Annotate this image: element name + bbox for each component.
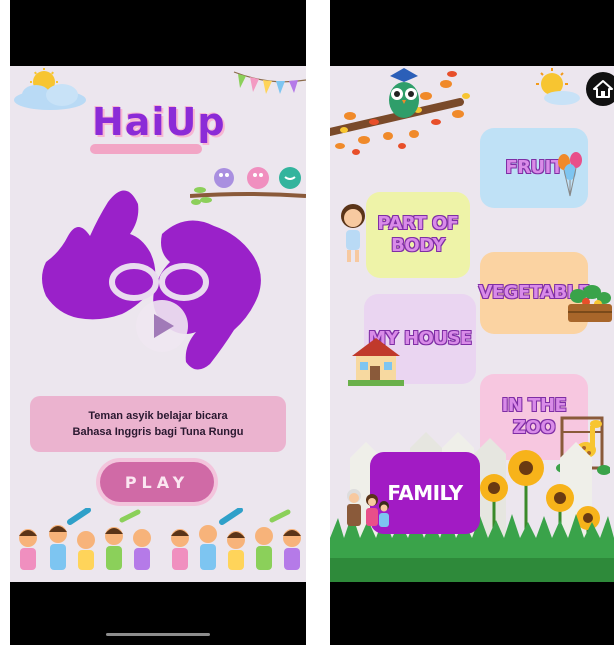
app-logo: HaiUp bbox=[92, 100, 226, 144]
tagline-line2: Bahasa Inggris bagi Tuna Rungu bbox=[72, 426, 244, 438]
tagline-box: Teman asyik belajar bicara Bahasa Inggri… bbox=[30, 396, 286, 452]
balloons-icon bbox=[558, 152, 582, 197]
sign-language-hands-icon bbox=[42, 190, 261, 370]
house-icon bbox=[348, 338, 404, 386]
home-icon bbox=[593, 80, 613, 98]
family-icon bbox=[347, 489, 389, 527]
sun-icon bbox=[536, 68, 580, 105]
category-body-button[interactable]: PART OF BODY bbox=[366, 192, 470, 278]
girl-icon bbox=[341, 204, 365, 262]
category-body-label-line1: PART OF bbox=[377, 213, 459, 234]
category-phone: FRUIT PART OF BODY VEGETABLE MY HOUSE IN… bbox=[330, 0, 614, 645]
vegetable-basket-icon bbox=[568, 285, 612, 322]
splash-screen: HaiUp Teman asyik belajar bicara Bahasa … bbox=[10, 66, 306, 582]
status-bar bbox=[330, 0, 614, 66]
navigation-bar bbox=[330, 582, 614, 645]
home-button[interactable] bbox=[586, 72, 614, 106]
sun-cloud-icon bbox=[14, 68, 86, 110]
tagline-line1: Teman asyik belajar bicara bbox=[88, 410, 228, 422]
home-indicator[interactable] bbox=[106, 633, 210, 636]
category-body-label-line2: BODY bbox=[391, 235, 445, 256]
splash-phone: HaiUp Teman asyik belajar bicara Bahasa … bbox=[10, 0, 306, 645]
children-illustration bbox=[10, 508, 306, 582]
play-button[interactable]: PLAY bbox=[100, 462, 214, 502]
bunting-icon bbox=[233, 71, 306, 94]
owl-icon bbox=[389, 68, 419, 118]
logo-underline bbox=[90, 144, 202, 154]
navigation-bar bbox=[10, 582, 306, 645]
category-screen: FRUIT PART OF BODY VEGETABLE MY HOUSE IN… bbox=[330, 66, 614, 582]
status-bar bbox=[10, 0, 306, 66]
